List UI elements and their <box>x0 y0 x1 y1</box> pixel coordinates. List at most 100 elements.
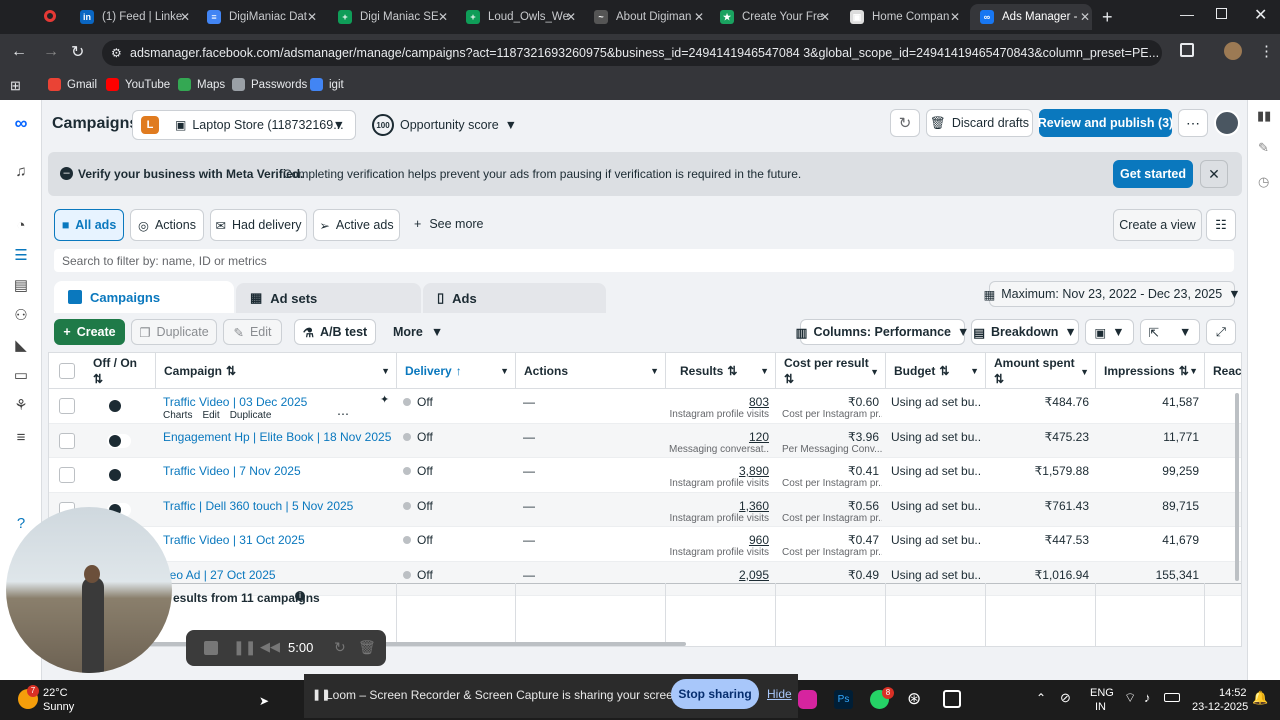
table-row[interactable]: Traffic Video | 31 Oct 2025 Off — 960 Instag… <box>49 527 1241 562</box>
clock-date[interactable]: 23-12-2025 <box>1192 701 1248 713</box>
browser-tab[interactable]: + Digi Maniac SE ✕ <box>328 4 450 30</box>
table-row[interactable]: Traffic Video | 7 Nov 2025 Off — 3,890 Insta… <box>49 458 1241 493</box>
opportunity-score[interactable]: 100 Opportunity score ▼ <box>372 114 517 136</box>
bookmark-item[interactable]: YouTube <box>106 78 170 91</box>
close-window-icon[interactable]: ✕ <box>1254 5 1267 25</box>
address-bar[interactable]: ⚙ adsmanager.facebook.com/adsmanager/man… <box>102 40 1162 66</box>
chip-had-delivery[interactable]: ✉ Had delivery <box>210 209 307 241</box>
close-tab-icon[interactable]: ✕ <box>1080 10 1090 24</box>
bookmark-item[interactable]: Maps <box>178 78 225 91</box>
campaign-name-link[interactable]: Traffic | Dell 360 touch | 5 Nov 2025 <box>163 499 353 513</box>
bookmark-item[interactable]: Passwords <box>232 78 307 91</box>
charts-link[interactable]: Charts <box>163 410 192 421</box>
table-row[interactable]: Engagement Hp | Elite Book | 18 Nov 2025… <box>49 423 1241 458</box>
results-value[interactable]: 3,890 <box>669 464 769 478</box>
volume-icon[interactable]: ♪ <box>1144 690 1151 705</box>
site-info-icon[interactable]: ⚙ <box>111 40 122 66</box>
pause-icon[interactable]: ❚❚ <box>233 639 256 656</box>
create-view-button[interactable]: Create a view <box>1113 209 1202 241</box>
close-tab-icon[interactable]: ✕ <box>307 10 317 24</box>
tray-chevron-icon[interactable]: ⌃ <box>1036 691 1046 705</box>
ads-icon[interactable]: ◣ <box>11 336 31 356</box>
clock-time[interactable]: 14:52 <box>1219 687 1247 699</box>
account-selector[interactable]: L ▣ Laptop Store (118732169... ▼ <box>132 110 356 140</box>
row-more-icon[interactable]: ⋯ <box>337 407 349 421</box>
audiences-icon[interactable]: ⚇ <box>11 306 31 326</box>
browser-app-icon[interactable] <box>44 10 56 22</box>
browser-tab[interactable]: ≡ DigiManiac Dat ✕ <box>197 4 319 30</box>
tab-ads[interactable]: ▯ Ads <box>423 283 606 313</box>
create-button[interactable]: + Create <box>54 319 125 345</box>
results-value[interactable]: 1,360 <box>669 499 769 513</box>
campaign-name-link[interactable]: Traffic Video | 31 Oct 2025 <box>163 533 305 547</box>
discard-drafts-button[interactable]: 🗑 Discard drafts <box>926 109 1033 137</box>
delivery-toggle[interactable] <box>107 468 131 482</box>
battery-icon[interactable] <box>1164 693 1180 702</box>
browser-menu-icon[interactable]: ⋮ <box>1259 42 1274 60</box>
row-checkbox[interactable] <box>59 467 75 483</box>
select-all-checkbox[interactable] <box>59 363 75 379</box>
campaign-name-link[interactable]: Traffic Video | 7 Nov 2025 <box>163 464 301 478</box>
col-budget[interactable]: Budget ⇅ ▼ <box>886 353 986 389</box>
close-tab-icon[interactable]: ✕ <box>694 10 704 24</box>
hide-button[interactable]: Hide <box>767 687 792 701</box>
col-actions[interactable]: Actions ▼ <box>516 353 666 389</box>
get-started-button[interactable]: Get started <box>1113 160 1193 188</box>
photoshop-icon[interactable]: Ps <box>834 690 853 709</box>
close-tab-icon[interactable]: ✕ <box>180 10 190 24</box>
columns-dropdown[interactable]: ▥ Columns: Performance ▼ <box>796 319 969 345</box>
edit-link[interactable]: Edit <box>202 410 219 421</box>
campaigns-table-icon[interactable]: ☰ <box>11 246 31 266</box>
meta-logo-icon[interactable]: ∞ <box>11 113 31 133</box>
more-options-button[interactable]: ⋯ <box>1178 109 1208 137</box>
campaign-name-link[interactable]: Engagement Hp | Elite Book | 18 Nov 2025 <box>163 430 391 444</box>
rewind-icon[interactable]: ◀◀ <box>260 639 280 655</box>
col-off-on[interactable]: Off / On ⇅ <box>85 353 156 389</box>
review-and-publish-button[interactable]: Review and publish (3) <box>1038 109 1173 137</box>
tab-campaigns[interactable]: Campaigns <box>54 281 234 313</box>
pin-icon[interactable]: ✦ <box>380 393 389 406</box>
chip-actions[interactable]: ◎ Actions <box>130 209 204 241</box>
restart-icon[interactable]: ↻ <box>334 639 346 656</box>
table-row[interactable]: Traffic | Dell 360 touch | 5 Nov 2025 Off… <box>49 492 1241 527</box>
business-tools-icon[interactable]: ⚘ <box>11 396 31 416</box>
charts-toggle-button[interactable]: ⤢ <box>1206 319 1236 345</box>
bookmark-item[interactable]: Gmail <box>48 78 97 91</box>
edit-button[interactable]: ✎ Edit <box>223 319 282 345</box>
date-range-picker[interactable]: ▦ Maximum: Nov 23, 2022 - Dec 23, 2025 ▼ <box>983 281 1241 307</box>
reports-icon[interactable]: ▤ <box>11 276 31 296</box>
stop-sharing-button[interactable]: Stop sharing <box>671 679 759 709</box>
col-results[interactable]: Results ⇅ ▼ <box>666 353 776 389</box>
forward-icon[interactable]: → <box>43 43 59 61</box>
campaign-name-link[interactable]: deo Ad | 27 Oct 2025 <box>163 568 276 582</box>
browser-tab[interactable]: ∞ Ads Manager - ✕ <box>970 4 1092 30</box>
menu-icon[interactable]: ≡ <box>11 428 31 448</box>
user-avatar[interactable] <box>1214 110 1240 136</box>
minimize-icon[interactable]: — <box>1180 6 1194 22</box>
duplicate-link[interactable]: Duplicate <box>230 410 272 421</box>
billing-icon[interactable]: ▭ <box>11 366 31 386</box>
chatgpt-icon[interactable]: ⊛ <box>907 689 921 709</box>
col-reach[interactable]: Reach <box>1205 353 1241 389</box>
delivery-toggle[interactable] <box>107 433 131 448</box>
dashboard-icon[interactable]: ◔ <box>11 216 31 236</box>
browser-tab[interactable]: ★ Create Your Fre ✕ <box>710 4 832 30</box>
new-tab-icon[interactable]: + <box>1102 7 1113 28</box>
language-secondary[interactable]: IN <box>1095 701 1106 713</box>
close-tab-icon[interactable]: ✕ <box>820 10 830 24</box>
browser-tab[interactable]: + Loud_Owls_We ✕ <box>456 4 578 30</box>
chip-all-ads[interactable]: ■ All ads <box>54 209 124 241</box>
row-checkbox[interactable] <box>59 432 75 449</box>
close-banner-button[interactable]: ✕ <box>1200 160 1228 188</box>
reports-dropdown[interactable]: ▣ ▼ <box>1085 319 1134 345</box>
col-campaign[interactable]: Campaign ⇅ ▼ <box>156 353 397 389</box>
maximize-icon[interactable] <box>1216 8 1227 19</box>
apps-grid-icon[interactable]: ⊞ <box>10 78 21 94</box>
delete-recording-icon[interactable]: 🗑 <box>358 639 376 656</box>
close-tab-icon[interactable]: ✕ <box>566 10 576 24</box>
results-value[interactable]: 960 <box>669 533 769 547</box>
wifi-icon[interactable]: ⌔ <box>1124 690 1136 706</box>
results-value[interactable]: 803 <box>669 395 769 409</box>
row-checkbox[interactable] <box>59 398 75 414</box>
notifications-icon[interactable]: ♫ <box>11 162 31 182</box>
